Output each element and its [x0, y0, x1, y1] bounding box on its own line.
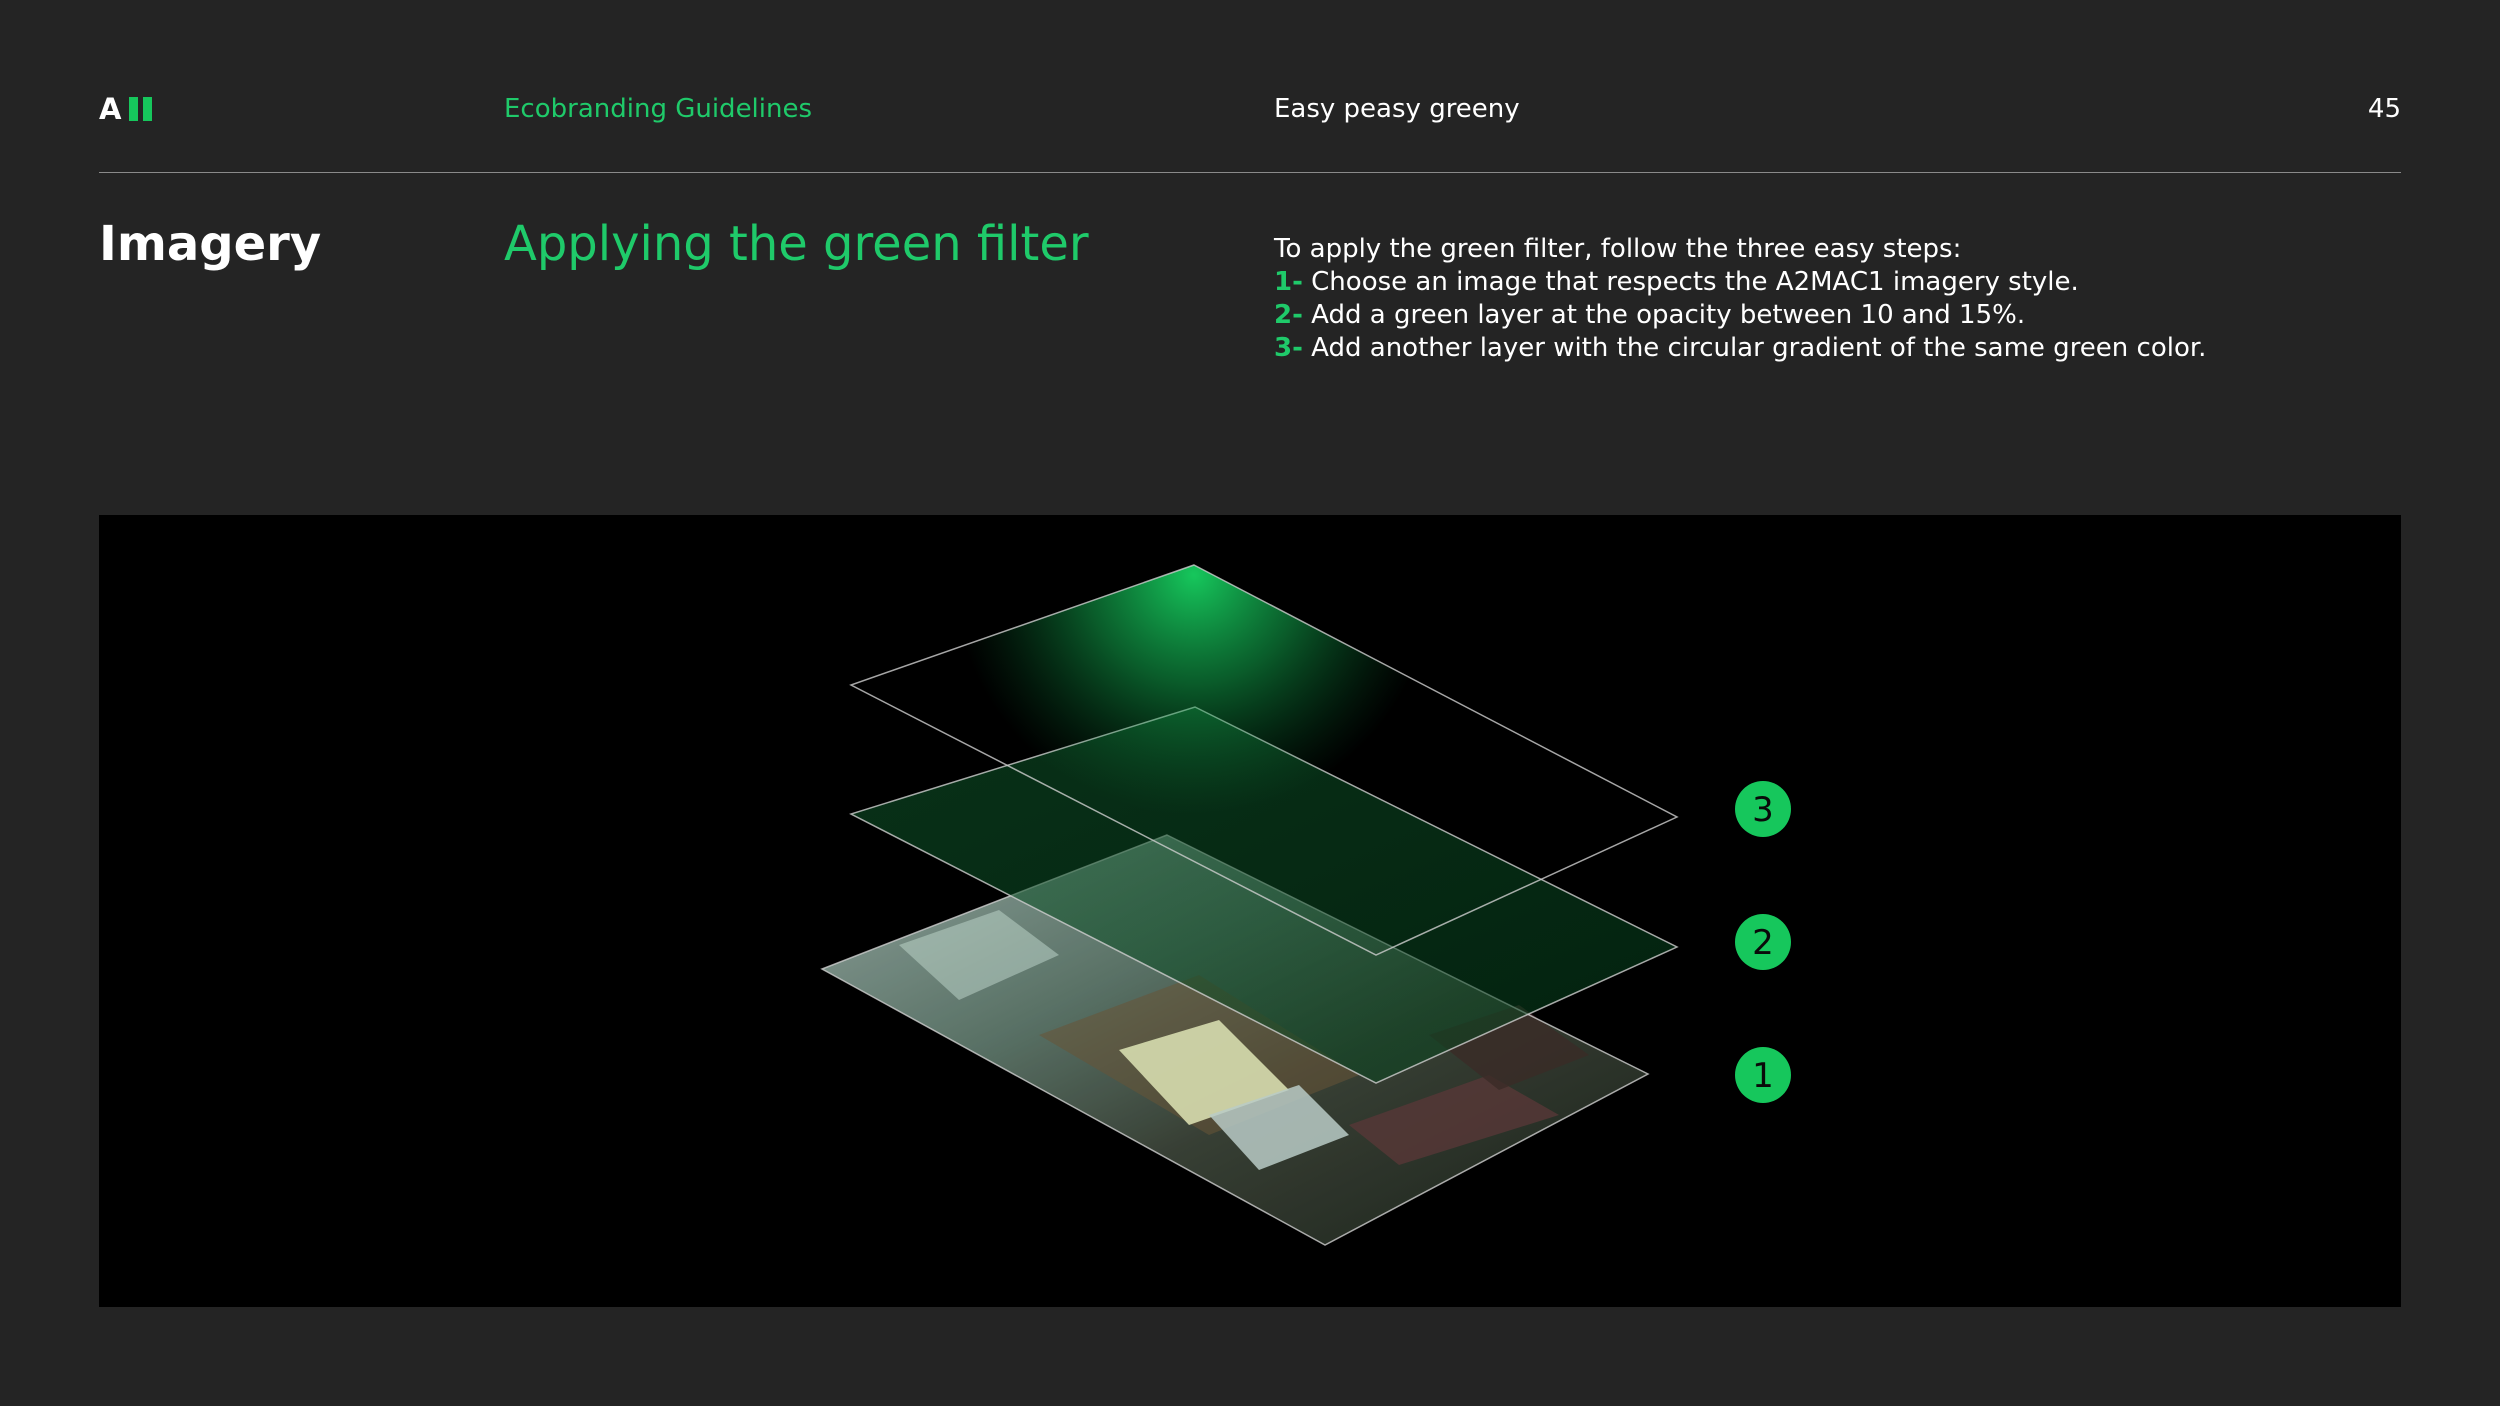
badge-number: 3: [1752, 790, 1774, 830]
page-number: 45: [2367, 94, 2401, 124]
header-tagline: Easy peasy greeny: [1274, 94, 1520, 124]
instructions: To apply the green filter, follow the th…: [1274, 233, 2206, 365]
badge-number: 2: [1752, 923, 1774, 963]
instruction-step: 3- Add another layer with the circular g…: [1274, 332, 2206, 365]
step-number: 2-: [1274, 300, 1303, 330]
step-number: 3-: [1274, 333, 1303, 363]
step-text: Add a green layer at the opacity between…: [1311, 300, 2026, 330]
step-badge-3: 3: [1735, 781, 1791, 837]
instruction-step: 2- Add a green layer at the opacity betw…: [1274, 299, 2206, 332]
brand-logo: A: [99, 92, 157, 126]
instructions-intro: To apply the green filter, follow the th…: [1274, 234, 1962, 264]
badge-number: 1: [1752, 1056, 1774, 1096]
step-badge-2: 2: [1735, 914, 1791, 970]
step-text: Choose an image that respects the A2MAC1…: [1311, 267, 2079, 297]
header-section-name: Ecobranding Guidelines: [504, 94, 813, 124]
step-number: 1-: [1274, 267, 1303, 297]
step-badge-1: 1: [1735, 1047, 1791, 1103]
section-title: Imagery: [99, 216, 322, 272]
header-divider: [99, 172, 2401, 173]
logo-letter: A: [99, 92, 122, 126]
instruction-step: 1- Choose an image that respects the A2M…: [1274, 266, 2206, 299]
layers-diagram: 3 2 1: [820, 564, 1791, 1246]
logo-bars-icon: [129, 97, 157, 121]
page-subtitle: Applying the green filter: [504, 216, 1089, 272]
layers-illustration: 3 2 1: [99, 515, 2401, 1307]
step-text: Add another layer with the circular grad…: [1311, 333, 2207, 363]
